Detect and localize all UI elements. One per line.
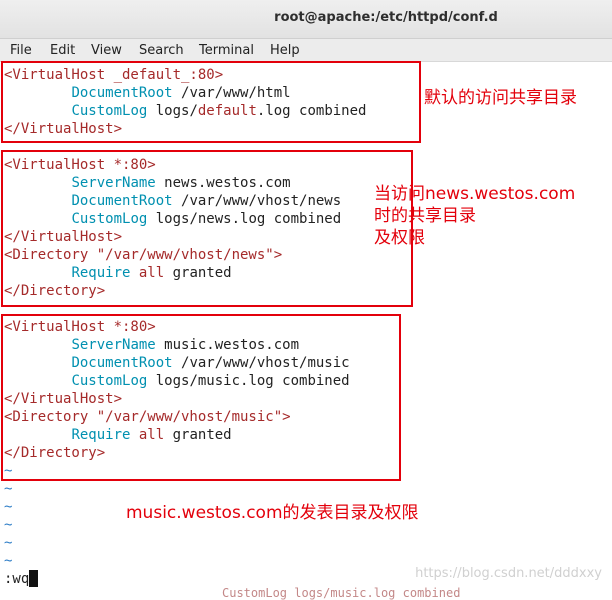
ghost-line: CustomLog logs/music.log combined — [222, 586, 461, 600]
empty-line-tilde: ~ — [4, 535, 13, 551]
annotation-default-note: 默认的访问共享目录 — [424, 88, 577, 108]
window-titlebar: root@apache:/etc/httpd/conf.d — [0, 0, 612, 39]
annotation-news-note: 当访问news.westos.com 时的共享目录 及权限 — [374, 184, 576, 248]
window-title: root@apache:/etc/httpd/conf.d — [274, 10, 498, 25]
annotation-box-music — [1, 314, 401, 481]
empty-line-tilde: ~ — [4, 517, 13, 533]
empty-line-tilde: ~ — [4, 553, 13, 569]
menu-help[interactable]: Help — [270, 43, 300, 58]
empty-line-tilde: ~ — [4, 481, 13, 497]
vim-command-line[interactable]: :wq — [4, 570, 39, 588]
menu-edit[interactable]: Edit — [50, 43, 75, 58]
menu-search[interactable]: Search — [139, 43, 184, 58]
watermark: https://blog.csdn.net/dddxxy — [415, 566, 602, 581]
annotation-box-news — [1, 150, 413, 307]
command-text: :wq — [4, 571, 30, 587]
menu-view[interactable]: View — [91, 43, 122, 58]
menu-file[interactable]: File — [10, 43, 32, 58]
annotation-box-default — [1, 61, 421, 143]
menu-bar: File Edit View Search Terminal Help — [0, 39, 612, 62]
text-cursor — [29, 570, 39, 587]
annotation-music-note: music.westos.com的发表目录及权限 — [126, 503, 419, 523]
menu-terminal[interactable]: Terminal — [199, 43, 254, 58]
empty-line-tilde: ~ — [4, 499, 13, 515]
